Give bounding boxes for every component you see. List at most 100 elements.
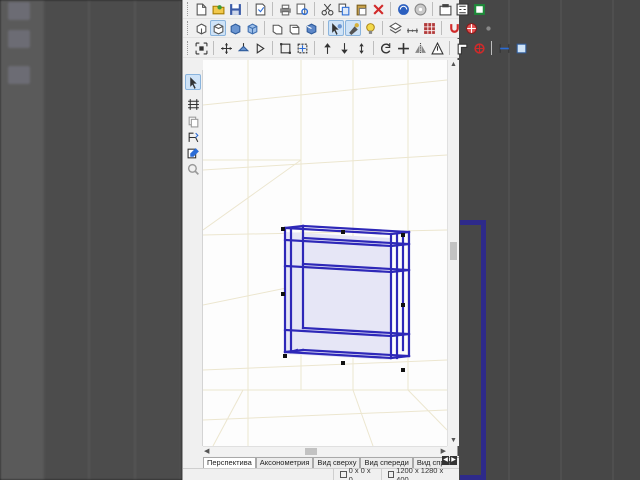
open-folder-icon[interactable] [210,1,226,17]
catalog-icon[interactable] [395,1,411,17]
frame-edge[interactable] [389,268,411,274]
frame-edge[interactable] [389,354,411,360]
snap-icon[interactable] [463,20,479,36]
horizontal-scrollbar[interactable]: ◀ ▶ [203,446,447,456]
tilt-icon[interactable] [252,40,268,56]
view-top-icon[interactable] [210,20,226,36]
select-object-icon[interactable] [328,20,344,36]
move-down-icon[interactable] [336,40,352,56]
grid-line [203,359,447,371]
selection-handle[interactable] [281,227,285,231]
zoom-icon[interactable] [185,161,201,177]
scroll-up-icon[interactable]: ▲ [450,61,457,69]
light-icon[interactable] [362,20,378,36]
rotate-3d-icon[interactable] [235,40,251,56]
status-size-value: 1200 x 1280 x 400 [396,465,444,480]
toolbar-grip[interactable] [187,2,190,16]
main-toolbar [183,0,485,19]
pan-icon[interactable] [395,40,411,56]
background-toolbar [0,0,44,480]
tab-axonometry[interactable]: Аксонометрия [255,457,314,468]
scroll-thumb[interactable] [450,242,457,260]
grid-line [352,389,374,446]
view-side-icon[interactable] [269,20,285,36]
scroll-down-icon[interactable]: ▼ [450,437,457,445]
rotate-panel-icon[interactable] [185,129,201,145]
selection-handle[interactable] [283,354,287,358]
delete-icon[interactable] [370,1,386,17]
settings-icon[interactable] [437,1,453,17]
panel-icon[interactable] [513,40,529,56]
cut-icon[interactable] [319,1,335,17]
selection-handle[interactable] [401,233,405,237]
calculator-icon[interactable] [454,1,470,17]
save-icon[interactable] [227,1,243,17]
scroll-thumb[interactable] [305,448,317,455]
selection-handle[interactable] [341,361,345,365]
selection-handle[interactable] [341,230,345,234]
grid-icon[interactable] [421,20,437,36]
tab-next-icon[interactable]: ▶ [450,456,457,465]
view-right-icon[interactable] [303,20,319,36]
warning-icon[interactable] [429,40,445,56]
selection-handle[interactable] [401,368,405,372]
grid-line [203,154,447,171]
view-back-icon[interactable] [286,20,302,36]
page-setup-icon[interactable] [252,1,268,17]
frame-select-icon[interactable] [277,40,293,56]
viewport-canvas[interactable] [203,60,447,446]
view-solid-icon[interactable] [227,20,243,36]
frame-edge[interactable] [389,332,411,338]
new-file-icon[interactable] [193,1,209,17]
copy-icon[interactable] [336,1,352,17]
screen: ▲ ▼ ◀ ▶ Перспектива Аксонометрия Вид све… [0,0,640,480]
toolbar-grip[interactable] [187,41,190,55]
selection-handle[interactable] [281,292,285,296]
disc-icon[interactable] [412,1,428,17]
app-logo-icon[interactable] [471,1,487,17]
move-icon[interactable] [218,40,234,56]
view-front-icon[interactable] [193,20,209,36]
print-preview-icon[interactable] [294,1,310,17]
3d-viewport[interactable] [203,60,447,446]
more-icon[interactable] [480,20,496,36]
dimension-icon[interactable] [185,96,201,112]
view-iso-icon[interactable] [244,20,260,36]
rotate-icon[interactable] [378,40,394,56]
scale-icon[interactable] [353,40,369,56]
frame-edge[interactable] [283,224,305,230]
measure-icon[interactable] [404,20,420,36]
panel-copy-icon[interactable] [185,113,201,129]
vertical-scrollbar[interactable]: ▲ ▼ [447,60,459,446]
magnet-icon[interactable] [446,20,462,36]
mirror-icon[interactable] [412,40,428,56]
status-position: 0 x 0 x 0 [333,466,381,480]
toolbar-grip[interactable] [187,21,190,35]
status-size: 1200 x 1280 x 400 [380,465,459,480]
select-group-icon[interactable] [193,40,209,56]
move-up-icon[interactable] [319,40,335,56]
scroll-left-icon[interactable]: ◀ [204,448,209,456]
paste-icon[interactable] [353,1,369,17]
tab-prev-icon[interactable]: ◀ [442,456,449,465]
scroll-right-icon[interactable]: ▶ [441,448,446,456]
toolbar-separator [323,21,324,35]
edge-icon[interactable] [454,40,470,56]
align-icon[interactable] [294,40,310,56]
background-icon [8,2,30,20]
print-icon[interactable] [277,1,293,17]
edit-panel-icon[interactable] [185,145,201,161]
layers-icon[interactable] [387,20,403,36]
tab-perspective[interactable]: Перспектива [203,457,256,468]
background-frame-shape [460,220,486,480]
drill-icon[interactable] [471,40,487,56]
frame-edge[interactable] [389,242,411,248]
paint-icon[interactable] [345,20,361,36]
toolbar-separator [449,41,450,55]
selection-handle[interactable] [401,303,405,307]
toolbar-separator [491,41,492,55]
frame-edge[interactable] [389,230,411,236]
pointer-icon[interactable] [185,74,201,90]
split-icon[interactable] [496,40,512,56]
app-window: ▲ ▼ ◀ ▶ Перспектива Аксонометрия Вид све… [182,0,526,480]
